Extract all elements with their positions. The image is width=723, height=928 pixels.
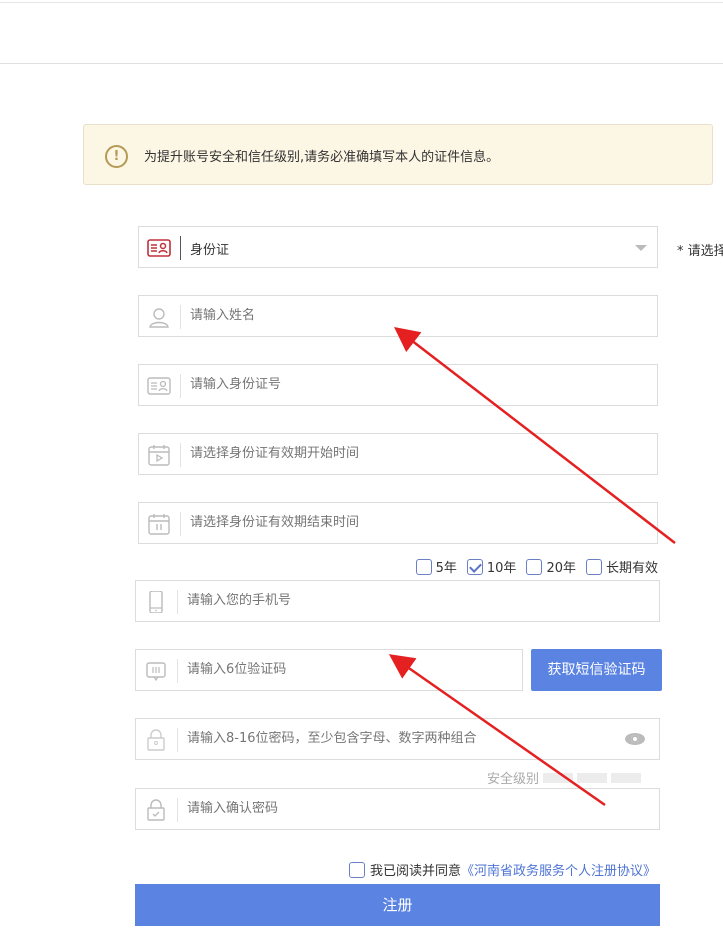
- notice-text: 为提升账号安全和信任级别,请务必准确填写本人的证件信息。: [144, 150, 500, 165]
- strength-bar-1: [543, 772, 574, 783]
- chevron-down-icon[interactable]: [635, 245, 647, 251]
- id-number-field[interactable]: [138, 364, 658, 406]
- id-card-icon: [147, 377, 171, 395]
- phone-field[interactable]: [135, 580, 660, 622]
- id-type-select[interactable]: 身份证: [138, 226, 658, 268]
- checkbox-5y[interactable]: [415, 558, 432, 575]
- calendar-icon: [148, 445, 170, 466]
- password-field[interactable]: [135, 718, 660, 760]
- header-bar: [0, 2, 723, 64]
- id-number-input[interactable]: [190, 377, 590, 392]
- valid-start-input[interactable]: [190, 446, 590, 461]
- valid-start-field[interactable]: [138, 433, 658, 475]
- agree-checkbox[interactable]: [348, 861, 365, 878]
- lock-check-icon: [147, 799, 165, 821]
- sms-code-input[interactable]: [187, 662, 587, 677]
- confirm-password-field[interactable]: [135, 788, 660, 830]
- sms-code-field[interactable]: [135, 649, 587, 691]
- password-input[interactable]: [187, 731, 587, 746]
- validity-options: 5年 10年 20年 长期有效: [410, 557, 658, 576]
- calendar-icon: [148, 514, 170, 535]
- agreement-row: 我已阅读并同意 《河南省政务服务个人注册协议》: [343, 860, 656, 879]
- id-type-value: 身份证: [190, 243, 230, 258]
- user-icon: [149, 308, 169, 328]
- eye-icon[interactable]: [625, 733, 645, 745]
- agree-text: 我已阅读并同意: [369, 864, 461, 879]
- exclamation-circle-icon: !: [105, 145, 128, 168]
- lock-icon: [147, 729, 165, 751]
- notice-banner: ! 为提升账号安全和信任级别,请务必准确填写本人的证件信息。: [83, 124, 713, 185]
- strength-bar-3: [611, 772, 642, 783]
- label-10y: 10年: [486, 561, 517, 576]
- id-card-icon: [147, 239, 171, 257]
- label-long-term: 长期有效: [605, 561, 658, 576]
- label-20y: 20年: [546, 561, 576, 576]
- name-input[interactable]: [190, 308, 590, 323]
- mobile-phone-icon: [149, 591, 163, 613]
- name-field[interactable]: [138, 295, 658, 337]
- register-button[interactable]: 注册: [135, 884, 660, 926]
- strength-bar-2: [577, 772, 608, 783]
- confirm-password-input[interactable]: [187, 801, 587, 816]
- strength-label: 安全级别: [487, 772, 540, 787]
- checkbox-long-term[interactable]: [585, 558, 602, 575]
- password-strength: 安全级别: [487, 768, 642, 787]
- id-type-hint: * 请选择: [677, 244, 723, 259]
- get-sms-code-button[interactable]: 获取短信验证码: [531, 649, 662, 691]
- checkbox-10y[interactable]: [466, 558, 483, 575]
- phone-input[interactable]: [187, 593, 587, 608]
- valid-end-input[interactable]: [190, 515, 590, 530]
- valid-end-field[interactable]: [138, 502, 658, 544]
- label-5y: 5年: [435, 561, 457, 576]
- agreement-link[interactable]: 《河南省政务服务个人注册协议》: [461, 860, 656, 879]
- checkbox-20y[interactable]: [526, 558, 543, 575]
- message-icon: [146, 662, 166, 682]
